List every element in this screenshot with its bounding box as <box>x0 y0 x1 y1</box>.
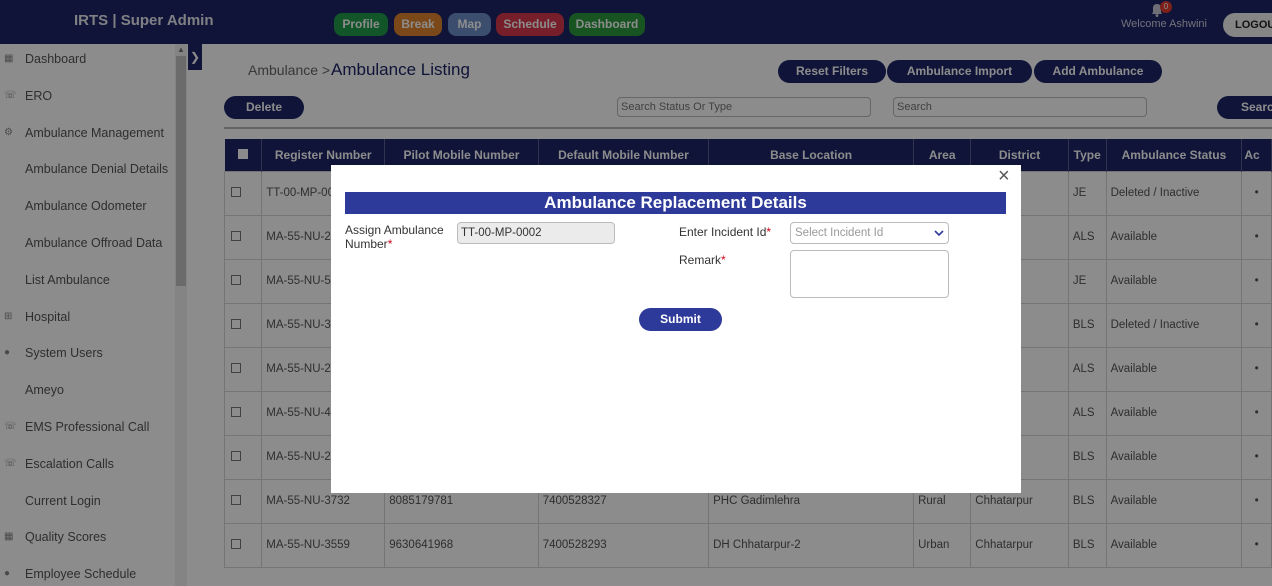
required-mark: * <box>721 253 726 267</box>
remark-textarea[interactable] <box>790 250 949 298</box>
assign-ambulance-label: Assign Ambulance Number* <box>345 223 455 251</box>
chevron-down-icon <box>934 230 944 237</box>
assign-ambulance-number-field[interactable] <box>457 222 615 244</box>
required-mark: * <box>766 225 772 239</box>
required-mark: * <box>387 237 393 251</box>
incident-id-placeholder: Select Incident Id <box>795 227 884 239</box>
replacement-modal: × Ambulance Replacement Details Assign A… <box>331 165 1021 493</box>
incident-id-label-text: Enter Incident Id <box>679 225 767 239</box>
incident-id-label: Enter Incident Id* <box>679 225 771 239</box>
modal-title: Ambulance Replacement Details <box>345 192 1006 214</box>
assign-ambulance-label-text: Assign Ambulance Number <box>345 223 444 251</box>
remark-label-text: Remark <box>679 253 722 267</box>
remark-label: Remark* <box>679 253 726 267</box>
close-icon[interactable]: × <box>998 166 1010 186</box>
incident-id-select[interactable]: Select Incident Id <box>790 222 949 244</box>
submit-button[interactable]: Submit <box>639 308 722 331</box>
